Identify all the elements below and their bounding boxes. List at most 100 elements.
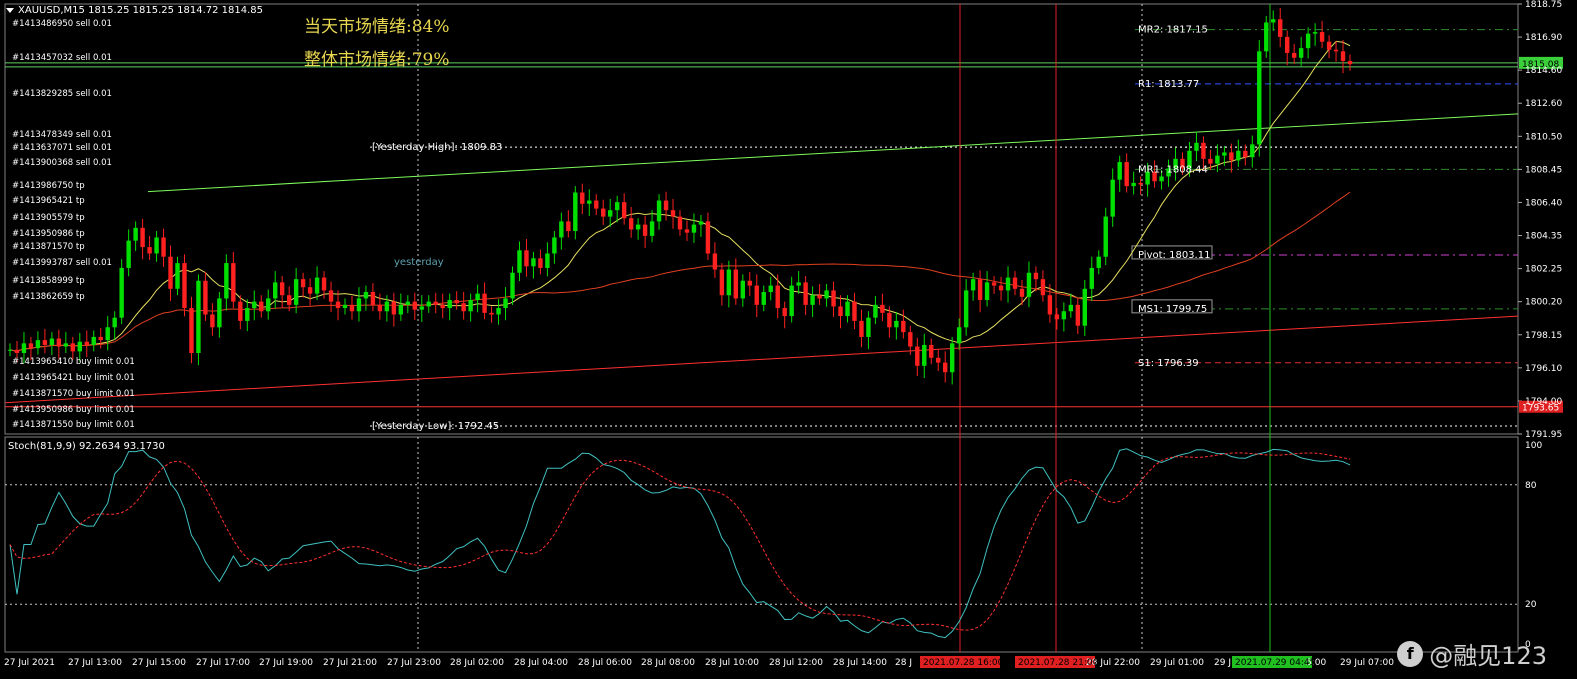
candle-body[interactable] [14,349,20,353]
candle-body[interactable] [1096,256,1101,268]
candle-body[interactable] [580,192,585,204]
candle-body[interactable] [217,298,222,328]
candle-body[interactable] [384,301,390,312]
candle-body[interactable] [566,221,571,232]
candle-body[interactable] [21,343,27,353]
candle-body[interactable] [677,216,683,230]
candle-body[interactable] [440,304,445,309]
candle-body[interactable] [1061,311,1067,320]
candle-body[interactable] [908,332,913,347]
candle-body[interactable] [1159,176,1164,182]
candle-body[interactable] [447,300,452,309]
candle-body[interactable] [1278,19,1283,37]
candle-body[interactable] [91,336,96,345]
candle-body[interactable] [349,304,355,312]
candle-body[interactable] [105,327,110,341]
candle-body[interactable] [594,200,599,209]
candle-body[interactable] [628,218,634,230]
candle-body[interactable] [35,340,41,349]
candle-body[interactable] [894,320,899,328]
candle-body[interactable] [126,240,131,268]
candle-body[interactable] [398,304,404,315]
candle-body[interactable] [545,253,550,268]
candle-body[interactable] [531,258,536,267]
candle-body[interactable] [475,293,480,301]
candle-body[interactable] [1222,152,1227,156]
candle-body[interactable] [42,340,48,345]
candle-body[interactable] [998,285,1004,291]
candle-body[interactable] [1103,216,1108,257]
candle-body[interactable] [517,250,522,273]
candle-body[interactable] [1131,182,1136,187]
candle-body[interactable] [224,263,229,299]
candle-body[interactable] [266,298,271,312]
candle-body[interactable] [963,290,969,328]
candle-body[interactable] [1026,272,1032,297]
candle-body[interactable] [552,237,557,254]
dropdown-triangle-icon[interactable] [6,8,14,13]
candle-body[interactable] [573,192,578,232]
candle-body[interactable] [845,301,850,317]
candle-body[interactable] [663,200,669,211]
candle-body[interactable] [1005,277,1011,291]
candle-body[interactable] [342,304,348,309]
candle-body[interactable] [789,285,794,317]
candle-body[interactable] [1305,33,1311,49]
candle-body[interactable] [587,200,592,204]
candle-body[interactable] [838,306,843,317]
candle-body[interactable] [538,258,543,268]
candle-body[interactable] [419,306,424,310]
candle-body[interactable] [824,290,829,299]
candle-body[interactable] [1312,32,1318,34]
candle-body[interactable] [761,292,766,305]
candle-body[interactable] [1201,142,1206,159]
candle-body[interactable] [740,280,746,299]
candle-body[interactable] [1257,51,1262,145]
candle-body[interactable] [1236,150,1241,161]
candle-body[interactable] [852,301,857,321]
candle-body[interactable] [977,279,983,301]
candle-body[interactable] [803,282,808,305]
candle-body[interactable] [293,279,299,305]
candle-body[interactable] [273,282,278,299]
candle-body[interactable] [1326,41,1332,50]
candle-body[interactable] [356,298,362,312]
candle-body[interactable] [405,301,411,305]
candle-body[interactable] [782,308,787,317]
candle-body[interactable] [922,344,927,366]
candle-body[interactable] [810,295,815,305]
candle-body[interactable] [726,269,732,296]
candle-body[interactable] [279,282,285,296]
candle-body[interactable] [468,300,473,312]
candle-body[interactable] [873,304,878,318]
candle-body[interactable] [231,263,236,302]
candle-body[interactable] [63,343,69,347]
candle-body[interactable] [182,263,187,309]
candle-body[interactable] [754,285,759,305]
candle-body[interactable] [98,336,103,341]
candle-body[interactable] [1124,162,1129,187]
candle-body[interactable] [796,282,801,286]
candle-body[interactable] [314,277,320,294]
candle-body[interactable] [1117,162,1122,180]
candle-body[interactable] [168,256,173,289]
candle-body[interactable] [1089,267,1094,289]
trading-chart[interactable]: 1818.751816.901814.601812.601810.501808.… [0,0,1577,679]
candle-body[interactable] [84,341,89,345]
candle-body[interactable] [363,292,369,299]
candle-body[interactable] [747,280,752,286]
candle-body[interactable] [133,227,138,241]
candle-body[interactable] [984,282,990,301]
candle-body[interactable] [949,343,955,373]
candle-body[interactable] [189,308,194,353]
candle-body[interactable] [1250,144,1255,158]
candle-body[interactable] [335,301,341,309]
candle-body[interactable] [943,362,948,373]
candle-body[interactable] [614,202,620,211]
candle-body[interactable] [733,269,739,299]
candle-body[interactable] [831,290,836,307]
candle-body[interactable] [559,221,564,238]
candle-body[interactable] [119,267,124,318]
candle-body[interactable] [1047,295,1053,315]
candle-body[interactable] [7,349,13,351]
